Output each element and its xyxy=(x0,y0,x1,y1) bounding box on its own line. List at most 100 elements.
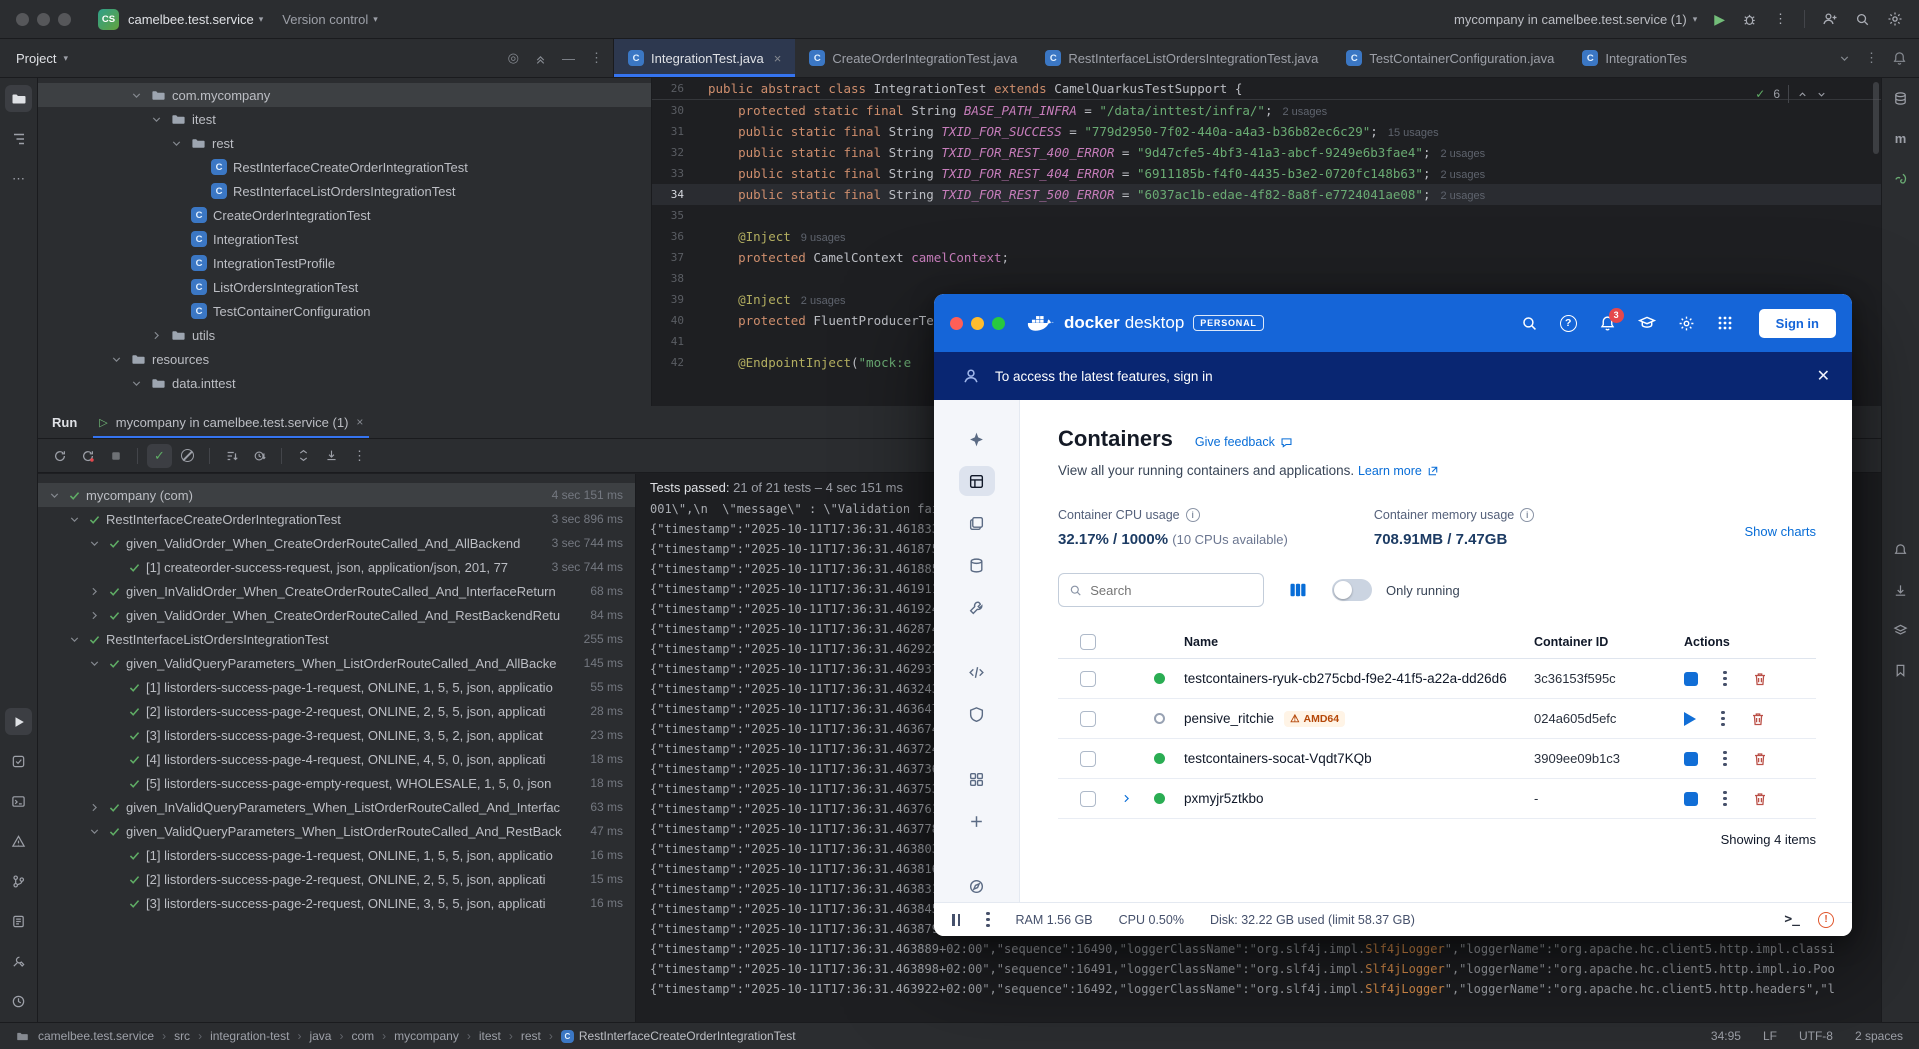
settings-icon[interactable] xyxy=(1887,11,1903,27)
line-separator[interactable]: LF xyxy=(1763,1029,1777,1043)
show-ignored-icon[interactable] xyxy=(175,444,200,468)
code-with-me-icon[interactable] xyxy=(1822,11,1838,27)
more-toolwindows-icon[interactable]: ⋯ xyxy=(5,165,32,192)
images-nav-icon[interactable] xyxy=(959,508,995,538)
test-tree-item[interactable]: given_InValidQueryParameters_When_ListOr… xyxy=(38,795,635,819)
container-checkbox[interactable] xyxy=(1080,751,1096,767)
sign-in-button[interactable]: Sign in xyxy=(1759,309,1836,338)
project-tree-item[interactable]: rest xyxy=(38,131,651,155)
project-switcher[interactable]: camelbee.test.service▾ xyxy=(128,12,263,27)
test-tree-item[interactable]: [1] listorders-success-page-1-request, O… xyxy=(38,843,635,867)
import-test-results-icon[interactable] xyxy=(319,444,344,468)
chevron-down-icon[interactable] xyxy=(86,825,103,838)
test-tree-item[interactable]: [3] listorders-success-page-3-request, O… xyxy=(38,723,635,747)
profiler-toolwindow-icon[interactable] xyxy=(5,988,32,1015)
notifications-icon[interactable] xyxy=(1892,51,1907,66)
container-row[interactable]: pxmyjr5ztkbo- xyxy=(1058,779,1816,819)
vcs-menu[interactable]: Version control▾ xyxy=(282,12,378,27)
editor-scrollbar[interactable] xyxy=(1871,78,1881,406)
project-panel-title[interactable]: Project xyxy=(16,51,56,66)
project-toolwindow-icon[interactable] xyxy=(5,85,32,112)
stop-container-button[interactable] xyxy=(1684,792,1698,806)
project-tree-item[interactable]: com.mycompany xyxy=(38,83,651,107)
project-tree-item[interactable]: data.inttest xyxy=(38,371,651,395)
container-search[interactable] xyxy=(1058,573,1264,607)
test-tree-item[interactable]: [4] listorders-success-page-4-request, O… xyxy=(38,747,635,771)
editor-tab[interactable]: CTestContainerConfiguration.java xyxy=(1332,39,1568,77)
test-tree-item[interactable]: given_ValidOrder_When_CreateOrderRouteCa… xyxy=(38,603,635,627)
test-tree-item[interactable]: given_ValidQueryParameters_When_ListOrde… xyxy=(38,651,635,675)
scrollbar-thumb[interactable] xyxy=(1873,82,1879,154)
learning-center-icon[interactable] xyxy=(1638,314,1656,332)
containers-nav-icon[interactable] xyxy=(959,466,995,496)
chevron-down-icon[interactable] xyxy=(66,513,83,526)
chevron-down-icon[interactable] xyxy=(148,113,165,126)
learn-more-link[interactable]: Learn more xyxy=(1358,464,1439,478)
tab-options-icon[interactable]: ⋮ xyxy=(1865,50,1878,66)
inspections-widget[interactable]: ✓ 6 xyxy=(1755,85,1827,103)
panel-options-icon[interactable]: ⋮ xyxy=(590,50,603,66)
terminal-toolwindow-icon[interactable] xyxy=(5,788,32,815)
breadcrumb-item[interactable]: camelbee.test.service xyxy=(38,1029,154,1043)
project-tree-item[interactable]: CIntegrationTestProfile xyxy=(38,251,651,275)
select-all-checkbox[interactable] xyxy=(1080,634,1096,650)
close-run-tab-icon[interactable]: × xyxy=(356,415,363,429)
project-tree-item[interactable]: CTestContainerConfiguration xyxy=(38,299,651,323)
info-icon[interactable]: i xyxy=(1520,508,1534,522)
project-tree-item[interactable]: CCreateOrderIntegrationTest xyxy=(38,203,651,227)
test-tree-item[interactable]: [2] listorders-success-page-2-request, O… xyxy=(38,867,635,891)
dev-environments-nav-icon[interactable] xyxy=(959,657,995,687)
test-tree-item[interactable]: given_ValidQueryParameters_When_ListOrde… xyxy=(38,819,635,843)
layers-icon[interactable] xyxy=(1887,617,1914,644)
rerun-failed-tests-icon[interactable] xyxy=(75,444,100,468)
breadcrumb-item[interactable]: itest xyxy=(479,1029,501,1043)
zoom-window-icon[interactable] xyxy=(58,13,71,26)
chevron-down-icon[interactable] xyxy=(86,657,103,670)
container-name[interactable]: testcontainers-ryuk-cb275cbd-f9e2-41f5-a… xyxy=(1184,671,1507,686)
chevron-down-icon[interactable] xyxy=(66,633,83,646)
expand-row-icon[interactable] xyxy=(1120,792,1154,805)
editor-tab[interactable]: CRestInterfaceListOrdersIntegrationTest.… xyxy=(1031,39,1332,77)
stop-container-button[interactable] xyxy=(1684,752,1698,766)
search-input[interactable] xyxy=(1090,583,1253,598)
status-warning-icon[interactable]: ! xyxy=(1818,912,1834,928)
builds-nav-icon[interactable] xyxy=(959,592,995,622)
pause-resources-icon[interactable] xyxy=(952,914,960,926)
run-configuration-selector[interactable]: mycompany in camelbee.test.service (1)▾ xyxy=(1454,12,1697,27)
container-row[interactable]: testcontainers-socat-Vqdt7KQb3909ee09b1c… xyxy=(1058,739,1816,779)
stop-container-button[interactable] xyxy=(1684,672,1698,686)
todo-toolwindow-icon[interactable] xyxy=(5,908,32,935)
collapse-all-icon[interactable] xyxy=(534,52,547,65)
chevron-down-icon[interactable] xyxy=(168,137,185,150)
chevron-down-icon[interactable] xyxy=(108,353,125,366)
columns-settings-icon[interactable] xyxy=(1288,580,1308,600)
close-tab-icon[interactable]: × xyxy=(774,51,782,66)
chevron-right-icon[interactable] xyxy=(86,801,103,814)
test-tree-item[interactable]: [3] listorders-success-page-2-request, O… xyxy=(38,891,635,915)
version-control-toolwindow-icon[interactable] xyxy=(5,868,32,895)
maven-toolwindow-icon[interactable]: m xyxy=(1887,125,1914,152)
editor-tab[interactable]: CCreateOrderIntegrationTest.java xyxy=(795,39,1031,77)
chevron-down-icon[interactable] xyxy=(128,377,145,390)
container-row[interactable]: pensive_ritchie⚠AMD64024a605d5efc xyxy=(1058,699,1816,739)
problems-toolwindow-icon[interactable] xyxy=(5,828,32,855)
zoom-window-icon[interactable] xyxy=(992,317,1005,330)
container-menu-button[interactable] xyxy=(1723,751,1727,767)
delete-container-button[interactable] xyxy=(1752,791,1768,807)
container-menu-button[interactable] xyxy=(1721,711,1725,727)
editor-tab[interactable]: CIntegrationTes xyxy=(1568,39,1701,77)
chevron-down-icon[interactable]: ▾ xyxy=(63,53,68,64)
container-checkbox[interactable] xyxy=(1080,671,1096,687)
minimize-window-icon[interactable] xyxy=(971,317,984,330)
structure-toolwindow-icon[interactable] xyxy=(5,125,32,152)
test-tree-item[interactable]: RestInterfaceCreateOrderIntegrationTest3… xyxy=(38,507,635,531)
next-problem-icon[interactable] xyxy=(1816,89,1827,100)
chevron-down-icon[interactable] xyxy=(86,537,103,550)
notifications-icon[interactable]: 3 xyxy=(1599,315,1616,332)
extensions-nav-icon[interactable] xyxy=(959,764,995,794)
info-icon[interactable]: i xyxy=(1186,508,1200,522)
chevron-right-icon[interactable] xyxy=(86,585,103,598)
sort-alphabetically-icon[interactable] xyxy=(219,444,244,468)
explore-nav-icon[interactable] xyxy=(959,871,995,901)
test-tree-item[interactable]: RestInterfaceListOrdersIntegrationTest25… xyxy=(38,627,635,651)
